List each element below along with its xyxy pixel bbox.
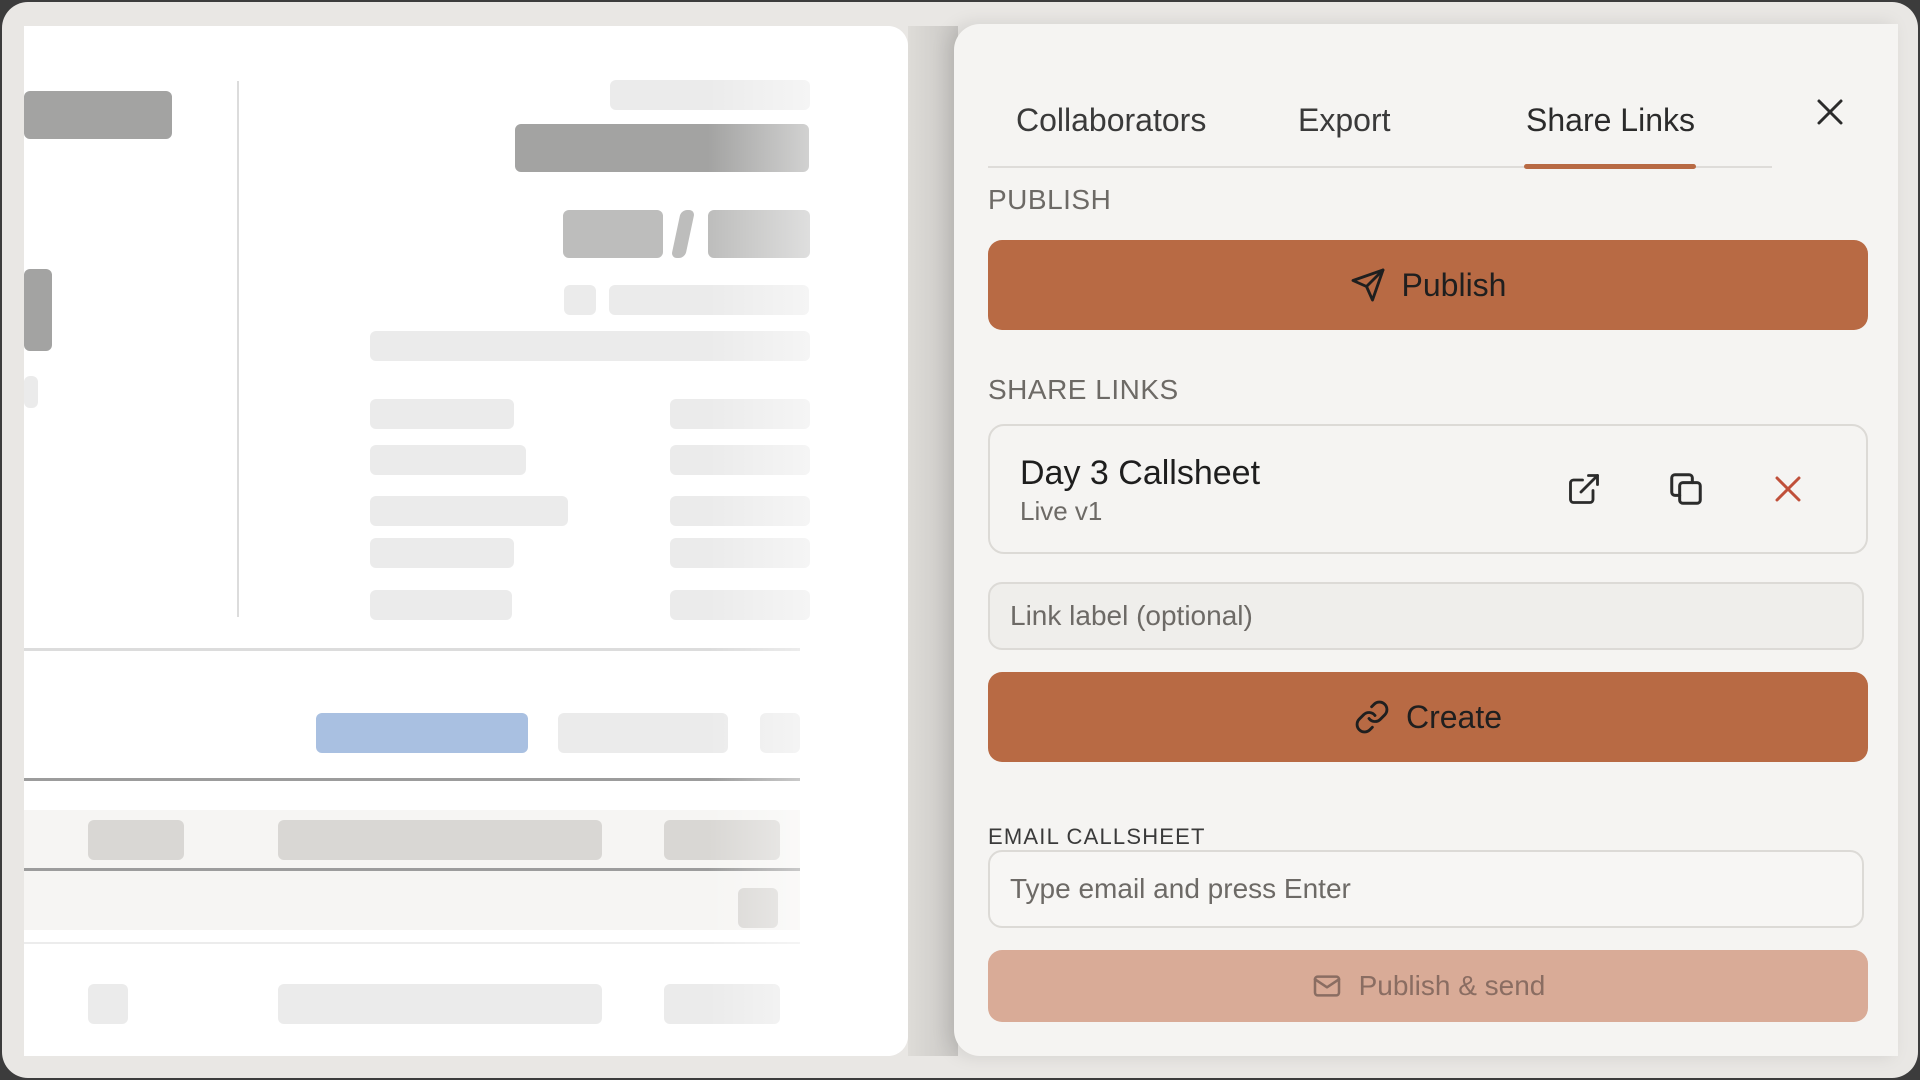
callsheet-preview [24, 26, 908, 1056]
copy-icon [1670, 473, 1702, 505]
link-icon [1355, 700, 1389, 734]
publish-and-send-label: Publish & send [1358, 970, 1546, 1001]
divider [237, 81, 239, 617]
create-link-button[interactable]: Create [988, 672, 1868, 762]
app-window: Collaborators Export Share Links PUBLISH… [2, 2, 1918, 1078]
publish-button[interactable]: Publish [988, 240, 1868, 330]
placeholder-block [670, 210, 696, 258]
delete-link-button[interactable] [1758, 459, 1818, 519]
share-link-version: Live v1 [1020, 496, 1103, 526]
copy-link-button[interactable] [1656, 459, 1716, 519]
open-link-button[interactable] [1554, 459, 1614, 519]
email-input[interactable] [988, 850, 1864, 928]
fade-overlay [708, 26, 908, 1056]
share-links-section-label: SHARE LINKS [988, 374, 1179, 405]
placeholder-block [88, 820, 184, 860]
share-link-title: Day 3 Callsheet [1020, 454, 1261, 492]
mail-icon [1313, 975, 1340, 997]
send-icon [1351, 268, 1384, 302]
placeholder-block [24, 91, 172, 139]
link-label-input[interactable] [988, 582, 1864, 650]
share-panel: Collaborators Export Share Links PUBLISH… [954, 24, 1898, 1056]
divider [24, 868, 800, 871]
placeholder-block [24, 269, 52, 351]
placeholder-block [558, 713, 728, 753]
tab-bar: Collaborators Export Share Links [988, 76, 1772, 169]
placeholder-block [316, 713, 528, 753]
placeholder-block [278, 820, 602, 860]
create-link-button-label: Create [1405, 698, 1503, 735]
placeholder-block [370, 399, 514, 429]
placeholder-block [564, 285, 596, 315]
publish-and-send-button[interactable]: Publish & send [988, 950, 1868, 1022]
placeholder-block [370, 590, 512, 620]
publish-section-label: PUBLISH [988, 184, 1112, 215]
publish-button-label: Publish [1401, 266, 1507, 303]
external-link-icon [1569, 474, 1599, 504]
share-link-item: Day 3 Callsheet Live v1 [988, 424, 1868, 554]
divider [24, 778, 800, 781]
placeholder-block [370, 496, 568, 526]
close-icon [1775, 476, 1801, 502]
tab-export[interactable]: Export [1298, 102, 1390, 139]
placeholder-block [370, 538, 514, 568]
close-panel-button[interactable] [1800, 82, 1860, 142]
placeholder-block [88, 984, 128, 1024]
divider [24, 648, 800, 651]
placeholder-block [24, 376, 38, 408]
placeholder-block [278, 984, 602, 1024]
placeholder-block [563, 210, 663, 258]
panel-gutter [908, 26, 958, 1056]
placeholder-block [370, 445, 526, 475]
tab-share-links[interactable]: Share Links [1526, 102, 1695, 139]
close-icon [1817, 99, 1843, 125]
tab-collaborators[interactable]: Collaborators [1016, 102, 1206, 139]
active-tab-indicator [1524, 164, 1696, 169]
divider [24, 942, 800, 944]
email-section-label: EMAIL CALLSHEET [988, 824, 1206, 849]
